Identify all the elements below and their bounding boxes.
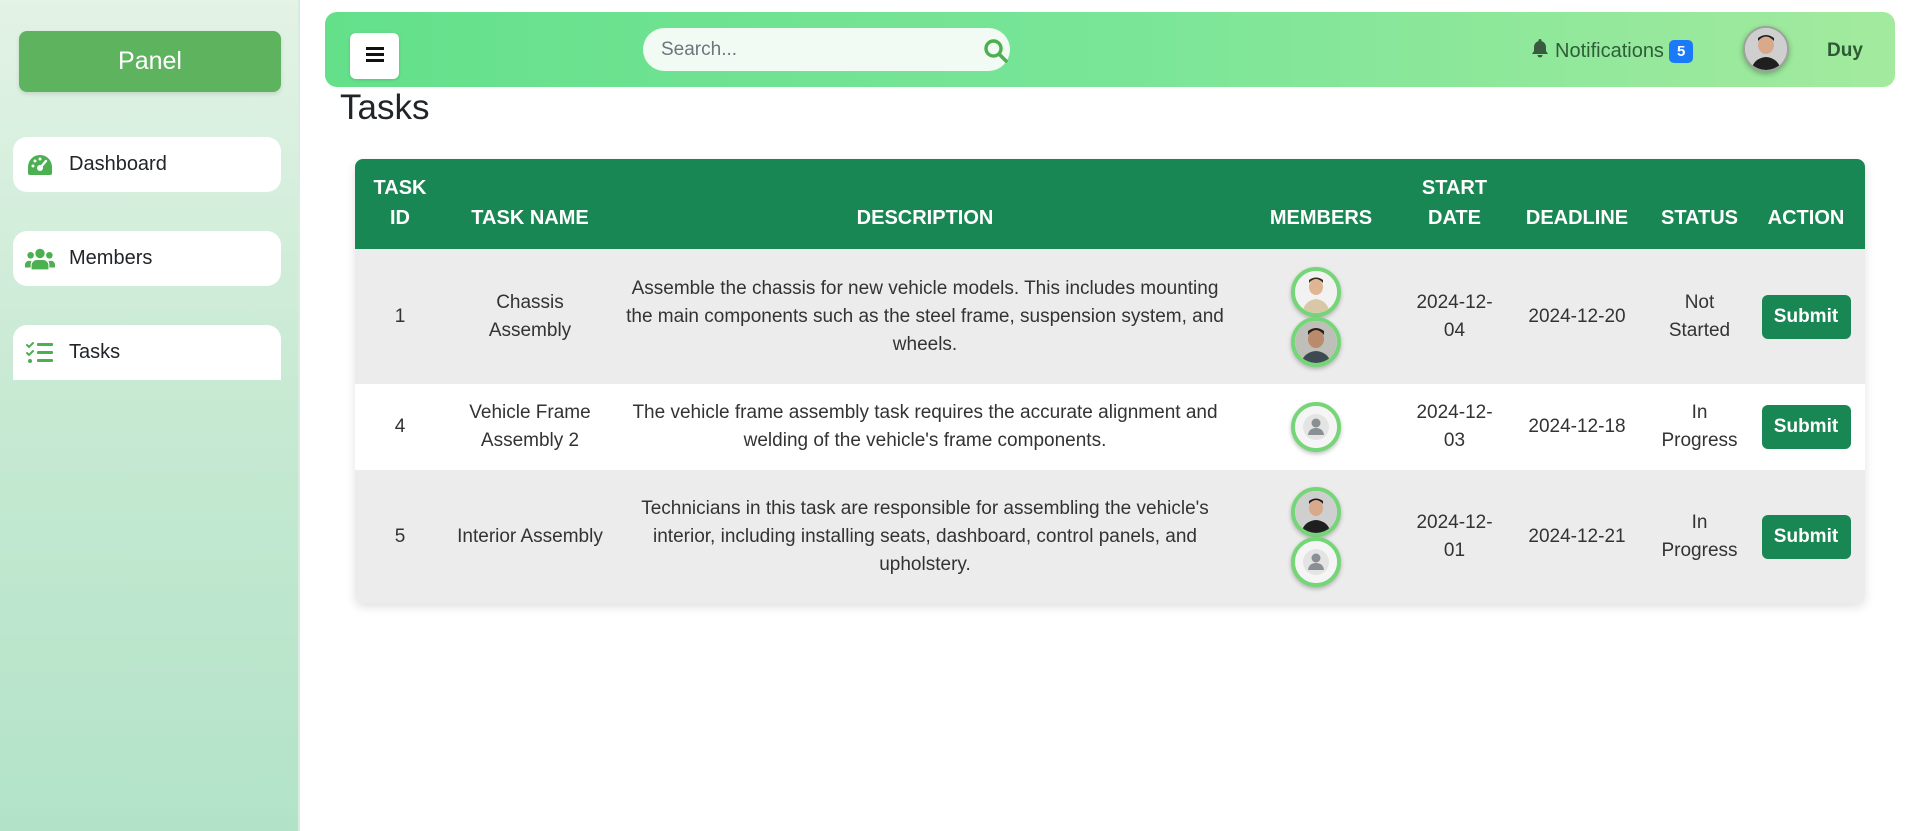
column-header: Start Date: [1421, 177, 1488, 229]
sidebar-item-members[interactable]: Members: [13, 231, 281, 286]
top-navbar: Notifications 5 Duy: [325, 12, 1895, 87]
search-input[interactable]: [661, 38, 961, 61]
sidebar-item-label: Members: [69, 247, 153, 269]
table-header-row: Task ID Task Name Description Members St…: [355, 159, 1865, 249]
start-date-cell: 2024-12-01: [1416, 511, 1493, 561]
sidebar-item-dashboard[interactable]: Dashboard: [13, 137, 281, 192]
gauge-icon: [25, 152, 55, 178]
start-date-cell: 2024-12-04: [1416, 291, 1493, 341]
description-cell: Assemble the chassis for new vehicle mod…: [626, 277, 1224, 355]
status-cell: Not Started: [1668, 291, 1731, 341]
table-row: 1 Chassis Assembly Assemble the chassis …: [355, 249, 1865, 384]
submit-button[interactable]: Submit: [1761, 514, 1851, 559]
action-cell: Submit: [1747, 249, 1865, 384]
sidebar-item-tasks[interactable]: Tasks: [13, 325, 281, 380]
default-user-icon: [1295, 540, 1337, 583]
table-row: 4 Vehicle Frame Assembly 2 The vehicle f…: [355, 384, 1865, 470]
description-cell: Technicians in this task are responsible…: [641, 497, 1209, 575]
task-id-cell: 4: [394, 416, 406, 437]
member-avatar[interactable]: [1291, 402, 1341, 452]
start-date-cell: 2024-12-03: [1416, 402, 1493, 451]
submit-button[interactable]: Submit: [1761, 405, 1851, 449]
action-cell: Submit: [1747, 384, 1865, 470]
submit-button[interactable]: Submit: [1761, 294, 1851, 339]
sidebar-item-label: Dashboard: [69, 153, 167, 175]
notifications-count-badge: 5: [1668, 39, 1694, 63]
photo-member-icon: [1295, 320, 1337, 363]
panel-button[interactable]: Panel: [19, 31, 281, 92]
deadline-cell: 2024-12-18: [1528, 416, 1626, 437]
member-avatar[interactable]: [1291, 266, 1341, 317]
users-icon: [25, 246, 55, 272]
tasks-table: Task ID Task Name Description Members St…: [355, 159, 1865, 603]
column-header: Task ID: [373, 177, 427, 229]
photo-avatar-icon: [1745, 28, 1787, 70]
members-cell: [1235, 470, 1407, 603]
task-name-cell: Chassis Assembly: [488, 291, 572, 341]
bell-icon: [1531, 38, 1549, 64]
task-id-cell: 5: [394, 525, 406, 547]
description-cell: The vehicle frame assembly task requires…: [632, 402, 1218, 451]
deadline-cell: 2024-12-21: [1528, 525, 1626, 547]
tasks-table-container: Task ID Task Name Description Members St…: [355, 159, 1865, 603]
member-avatar[interactable]: [1291, 536, 1341, 587]
status-cell: In Progress: [1661, 402, 1738, 451]
column-header: Action: [1767, 207, 1845, 229]
hamburger-icon: [365, 46, 384, 67]
notifications-label: Notifications: [1555, 39, 1664, 62]
photo-member-icon: [1295, 490, 1337, 533]
menu-toggle-button[interactable]: [350, 33, 399, 79]
members-cell: [1235, 249, 1407, 384]
column-header: Deadline: [1525, 207, 1629, 229]
column-header: Task Name: [471, 207, 589, 229]
member-avatar[interactable]: [1291, 486, 1341, 537]
task-name-cell: Vehicle Frame Assembly 2: [469, 402, 591, 451]
deadline-cell: 2024-12-20: [1528, 305, 1626, 327]
sidebar: Panel Dashboard Members Tasks: [0, 0, 300, 831]
member-avatar[interactable]: [1291, 316, 1341, 367]
action-cell: Submit: [1747, 470, 1865, 603]
photo-member-icon: [1295, 270, 1337, 313]
task-id-cell: 1: [394, 305, 406, 327]
page-title: Tasks: [340, 88, 430, 127]
column-header: Status: [1660, 207, 1739, 229]
search-box: [643, 28, 1010, 71]
task-name-cell: Interior Assembly: [457, 525, 603, 547]
status-cell: In Progress: [1661, 511, 1738, 561]
search-icon[interactable]: [983, 38, 1009, 69]
default-user-icon: [1295, 406, 1337, 448]
notifications-link[interactable]: Notifications 5: [1531, 38, 1694, 64]
column-header: Members: [1269, 207, 1373, 229]
user-avatar[interactable]: [1743, 26, 1789, 72]
members-cell: [1235, 384, 1407, 470]
username[interactable]: Duy: [1827, 40, 1863, 62]
panel-label: Panel: [118, 47, 182, 75]
column-header: Description: [856, 207, 994, 229]
table-row: 5 Interior Assembly Technicians in this …: [355, 470, 1865, 603]
sidebar-item-label: Tasks: [69, 341, 121, 363]
list-check-icon: [25, 340, 55, 366]
